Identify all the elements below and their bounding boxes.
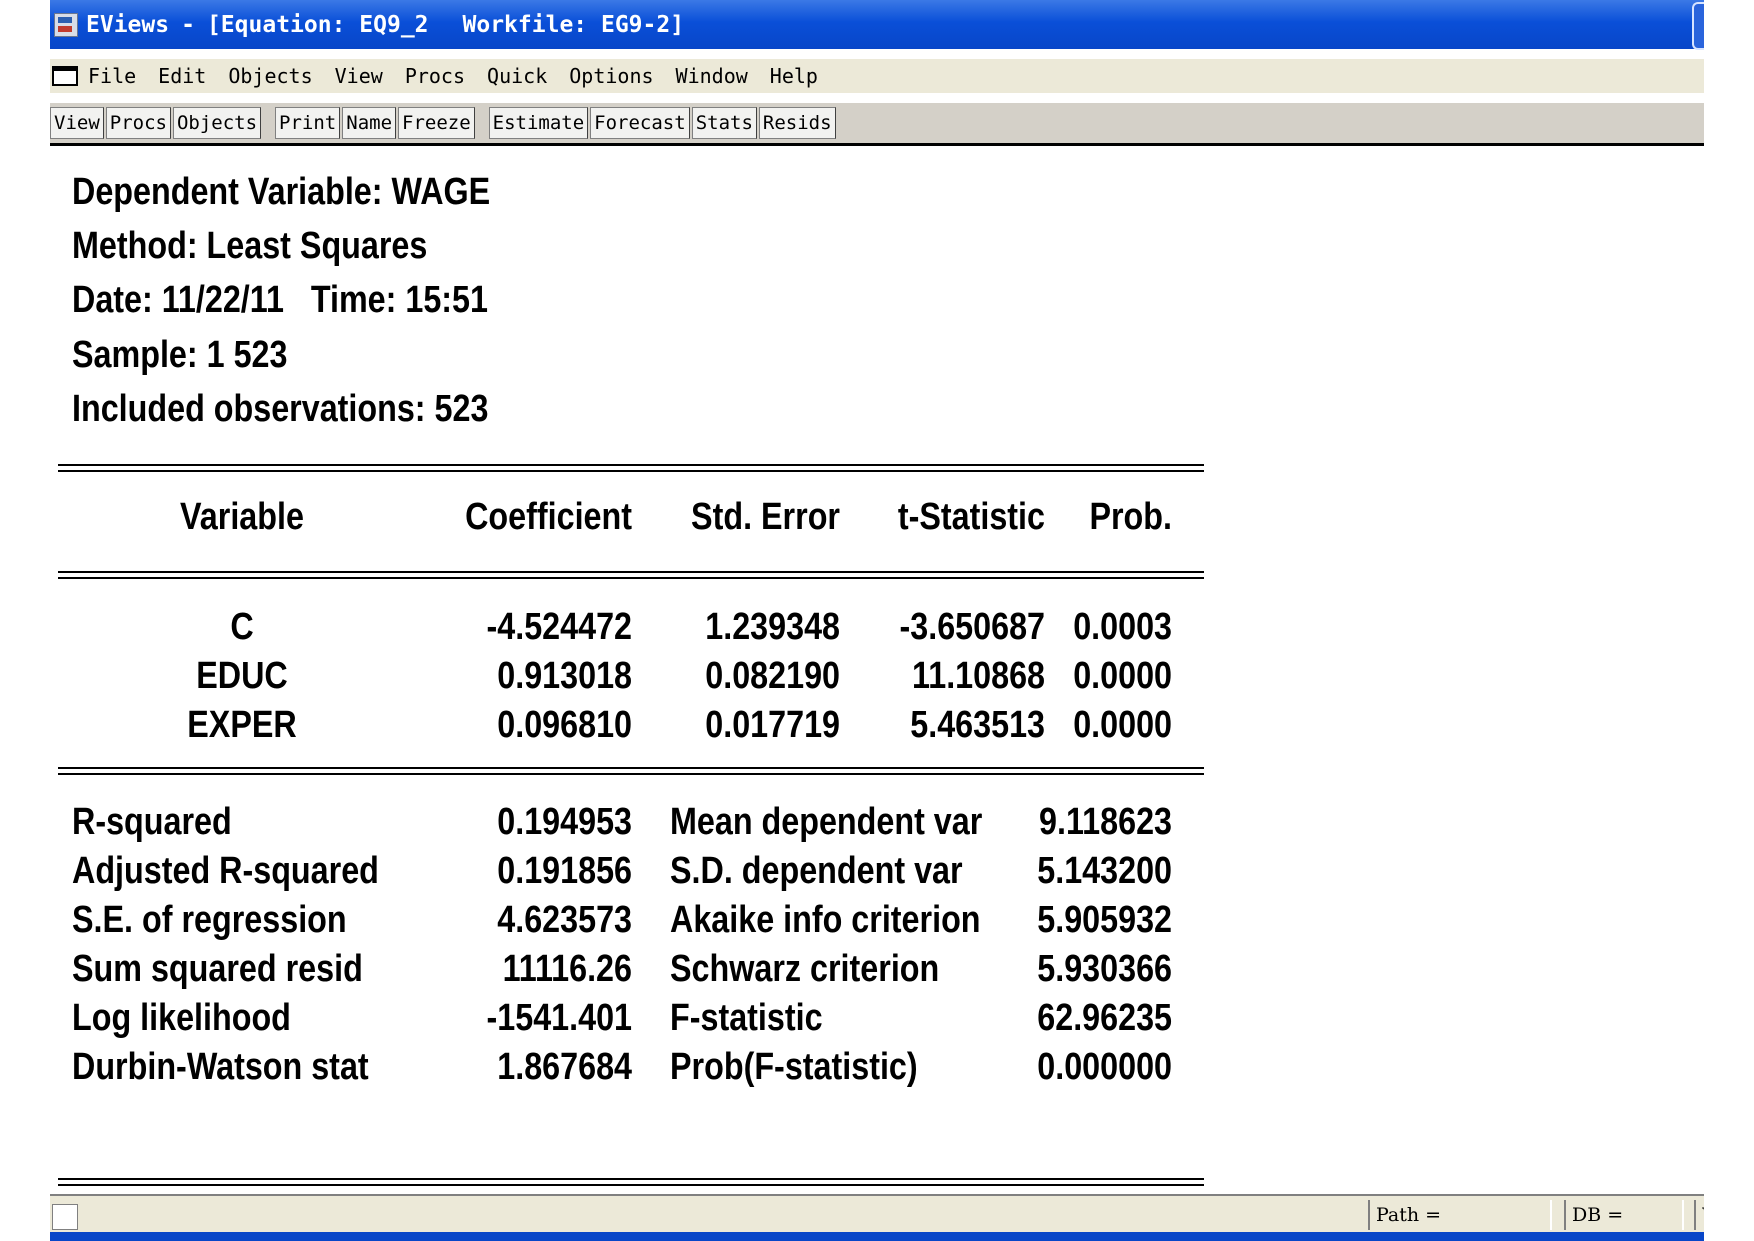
prob-value: 0.0000 — [1073, 704, 1172, 746]
eviews-app-icon[interactable] — [54, 12, 78, 37]
t-statistic-value: 5.463513 — [910, 704, 1045, 746]
stats-button[interactable]: Stats — [691, 107, 757, 139]
column-header-prob: Prob. — [1089, 496, 1172, 538]
menu-help[interactable]: Help — [770, 64, 818, 88]
stat-label: S.E. of regression — [72, 899, 347, 941]
stat-label: Log likelihood — [72, 997, 291, 1039]
stat-value-2: 5.143200 — [1037, 850, 1172, 892]
stat-label: Adjusted R-squared — [72, 850, 379, 892]
stat-value: 0.191856 — [497, 850, 632, 892]
menu-edit[interactable]: Edit — [158, 64, 206, 88]
window-controls[interactable] — [1692, 2, 1704, 50]
app-name: EViews — [86, 11, 170, 38]
dependent-variable-line: Dependent Variable: WAGE — [72, 171, 491, 213]
status-db[interactable]: DB = none — [1564, 1200, 1684, 1241]
menu-window[interactable]: Window — [676, 64, 748, 88]
menu-options[interactable]: Options — [569, 64, 653, 88]
stat-value-2: 5.905932 — [1037, 899, 1172, 941]
resids-button[interactable]: Resids — [758, 107, 836, 139]
stat-value: 0.194953 — [497, 801, 632, 843]
status-workfile[interactable]: W — [1694, 1200, 1704, 1230]
menu-objects[interactable]: Objects — [228, 64, 312, 88]
stat-value-2: 9.118623 — [1039, 801, 1172, 843]
view-button[interactable]: View — [50, 107, 104, 139]
column-header-t-statistic: t-Statistic — [897, 496, 1045, 538]
menu-file[interactable]: File — [88, 64, 136, 88]
stat-label-2: Mean dependent var — [670, 801, 983, 843]
window-bottom-edge — [50, 1232, 1704, 1241]
procs-button[interactable]: Procs — [105, 107, 171, 139]
status-bar: Path = c:\eviews3 DB = none W — [50, 1194, 1704, 1241]
estimation-output[interactable]: Dependent Variable: WAGE Method: Least S… — [50, 146, 1704, 1206]
forecast-button[interactable]: Forecast — [590, 107, 690, 139]
column-header-variable: Variable — [180, 496, 304, 538]
t-statistic-value: 11.10868 — [912, 655, 1045, 697]
stat-value: 4.623573 — [497, 899, 632, 941]
variable-name: C — [230, 606, 254, 648]
method-line: Method: Least Squares — [72, 225, 428, 267]
eviews-window: EViews - [Equation: EQ9_2 Workfile: EG9-… — [50, 0, 1704, 1241]
stat-label-2: F-statistic — [670, 997, 823, 1039]
stat-label: R-squared — [72, 801, 232, 843]
menu-view[interactable]: View — [335, 64, 383, 88]
estimate-button[interactable]: Estimate — [488, 107, 589, 139]
date-time-line: Date: 11/22/11 Time: 15:51 — [72, 279, 488, 321]
coefficient-value: 0.913018 — [497, 655, 632, 697]
freeze-button[interactable]: Freeze — [398, 107, 475, 139]
stat-label-2: S.D. dependent var — [670, 850, 963, 892]
column-header-coefficient: Coefficient — [465, 496, 632, 538]
std-error-value: 1.239348 — [705, 606, 840, 648]
menu-procs[interactable]: Procs — [405, 64, 465, 88]
equation-toolbar: View Procs Objects Print Name Freeze Est… — [50, 103, 1704, 146]
column-header-std-error: Std. Error — [691, 496, 840, 538]
title-separator: - — [181, 11, 195, 38]
stat-label-2: Prob(F-statistic) — [670, 1046, 918, 1088]
workfile-title: Workfile: EG9-2] — [462, 11, 685, 38]
coefficient-value: -4.524472 — [486, 606, 632, 648]
stat-label-2: Akaike info criterion — [670, 899, 981, 941]
stat-label: Sum squared resid — [72, 948, 363, 990]
std-error-value: 0.017719 — [705, 704, 840, 746]
variable-name: EDUC — [196, 655, 288, 697]
coefficient-value: 0.096810 — [497, 704, 632, 746]
stat-label: Durbin-Watson stat — [72, 1046, 369, 1088]
status-path[interactable]: Path = c:\eviews3 — [1368, 1200, 1552, 1241]
print-button[interactable]: Print — [275, 107, 341, 139]
coefficients-rule — [58, 767, 1204, 775]
stat-value: -1541.401 — [486, 997, 632, 1039]
header-rule — [58, 571, 1204, 579]
stat-value: 11116.26 — [502, 948, 632, 990]
stat-value-2: 62.96235 — [1037, 997, 1172, 1039]
document-title: [Equation: EQ9_2 — [206, 11, 429, 38]
stat-value: 1.867684 — [497, 1046, 632, 1088]
stat-label-2: Schwarz criterion — [670, 948, 940, 990]
std-error-value: 0.082190 — [705, 655, 840, 697]
title-bar[interactable]: EViews - [Equation: EQ9_2 Workfile: EG9-… — [50, 0, 1704, 50]
name-button[interactable]: Name — [342, 107, 397, 139]
menu-bar: File Edit Objects View Procs Quick Optio… — [50, 59, 1704, 93]
prob-value: 0.0003 — [1073, 606, 1172, 648]
variable-name: EXPER — [187, 704, 297, 746]
stat-value-2: 5.930366 — [1037, 948, 1172, 990]
status-message-box[interactable] — [52, 1204, 78, 1230]
document-menu-icon[interactable] — [52, 66, 78, 86]
observations-line: Included observations: 523 — [72, 388, 489, 430]
table-bottom-rule — [58, 1178, 1204, 1186]
menu-quick[interactable]: Quick — [487, 64, 547, 88]
objects-button[interactable]: Objects — [172, 107, 262, 139]
table-top-rule — [58, 464, 1204, 472]
prob-value: 0.0000 — [1073, 655, 1172, 697]
t-statistic-value: -3.650687 — [899, 606, 1045, 648]
background-right — [1704, 0, 1754, 1241]
sample-line: Sample: 1 523 — [72, 334, 288, 376]
background-left — [0, 0, 50, 1241]
stat-value-2: 0.000000 — [1037, 1046, 1172, 1088]
